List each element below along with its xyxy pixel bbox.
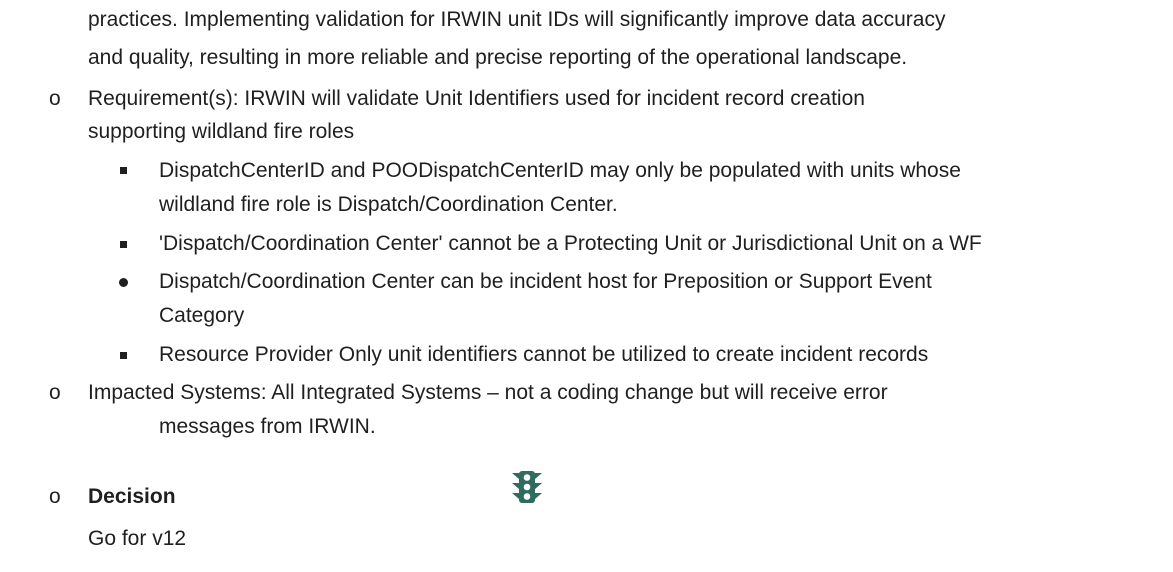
square-bullet: [120, 167, 127, 174]
paragraph-line: and quality, resulting in more reliable …: [88, 46, 908, 69]
traffic-light-icon: [512, 471, 542, 503]
requirement-item: wildland fire role is Dispatch/Coordinat…: [159, 193, 618, 216]
requirement-item: Category: [159, 304, 245, 327]
circle-bullet: o: [49, 485, 61, 508]
requirement-item: Dispatch/Coordination Center can be inci…: [159, 270, 932, 293]
square-bullet: [120, 352, 127, 359]
requirement-item: DispatchCenterID and POODispatchCenterID…: [159, 159, 961, 182]
requirements-text: Requirement(s): IRWIN will validate Unit…: [88, 87, 865, 110]
dot-bullet: [119, 278, 128, 287]
paragraph-line: practices. Implementing validation for I…: [88, 8, 946, 31]
decision-label: Decision: [88, 485, 176, 508]
circle-bullet: o: [49, 87, 61, 110]
square-bullet: [120, 241, 127, 248]
impacted-text: messages from IRWIN.: [159, 415, 376, 438]
requirements-text: supporting wildland fire roles: [88, 120, 355, 143]
requirement-item: 'Dispatch/Coordination Center' cannot be…: [159, 232, 982, 255]
circle-bullet: o: [49, 381, 61, 404]
decision-value: Go for v12: [88, 527, 187, 550]
requirement-item: Resource Provider Only unit identifiers …: [159, 343, 929, 366]
impacted-text: Impacted Systems: All Integrated Systems…: [88, 381, 888, 404]
